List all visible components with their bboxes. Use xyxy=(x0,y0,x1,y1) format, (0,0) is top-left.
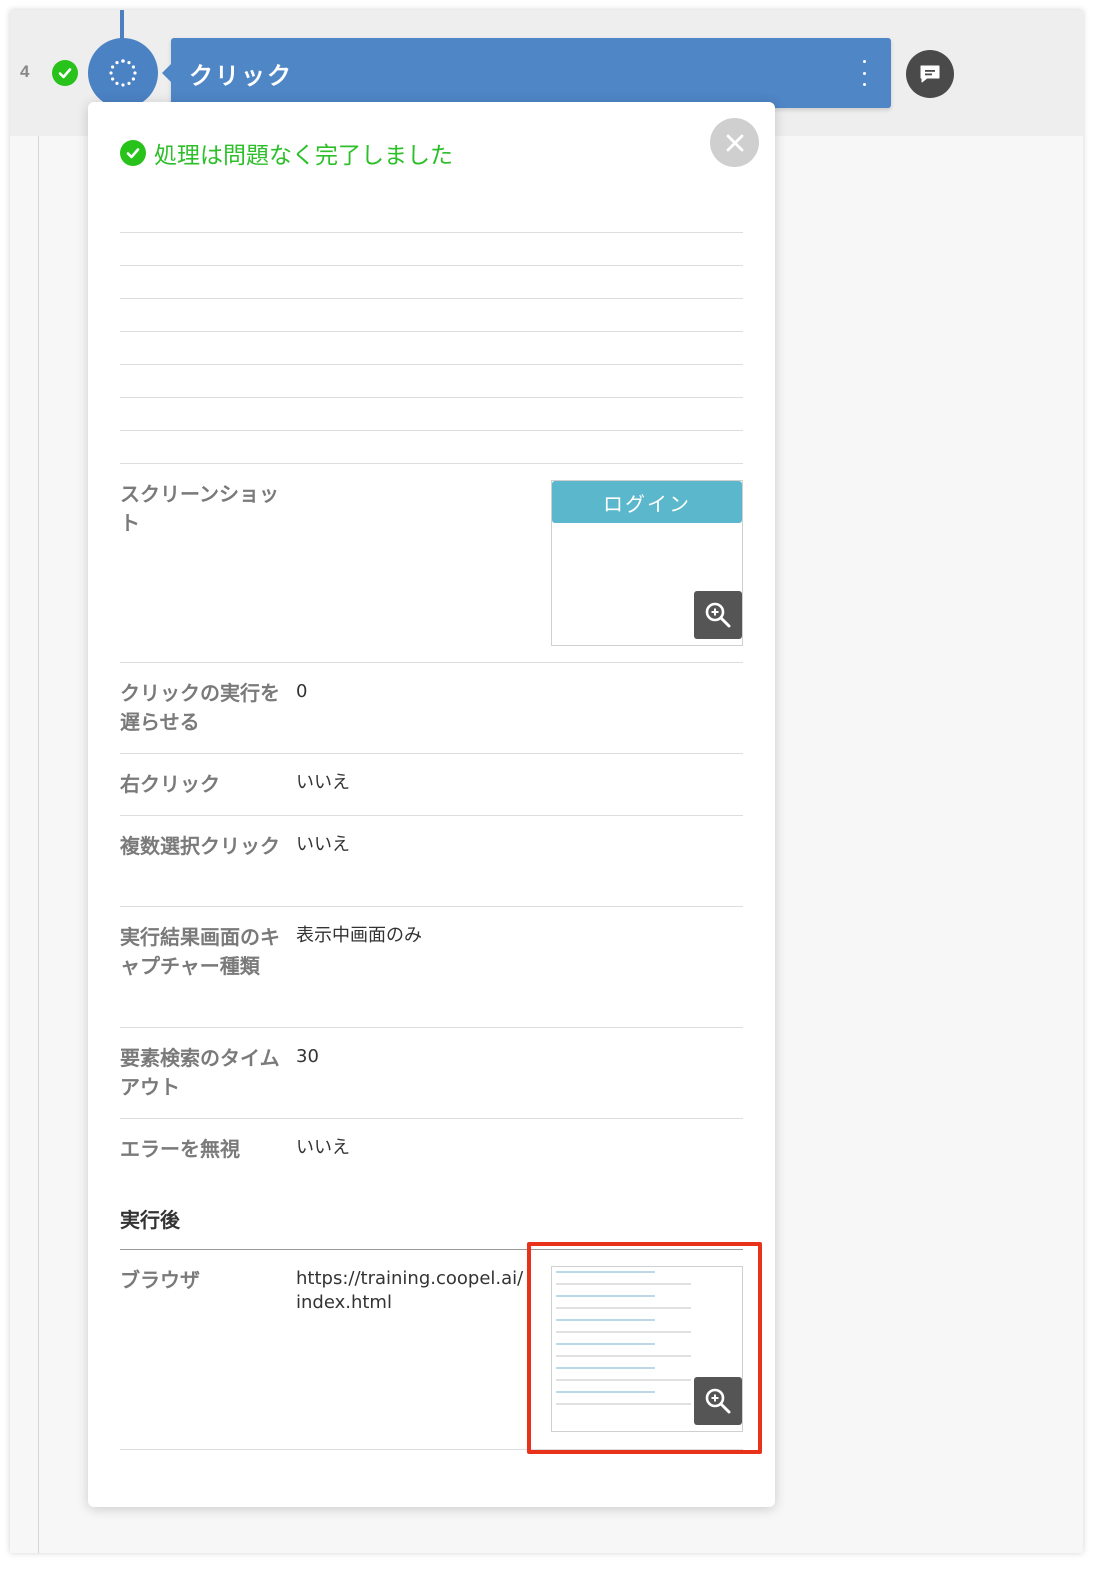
close-icon[interactable] xyxy=(710,118,759,167)
property-value: いいえ xyxy=(296,1137,350,1158)
property-label: クリックの実行を遅らせる xyxy=(120,681,280,734)
gutter-divider xyxy=(38,136,39,1553)
browser-url-line1: https://training.coopel.ai/ xyxy=(296,1268,524,1289)
divider xyxy=(120,753,743,754)
comment-icon[interactable] xyxy=(906,50,954,98)
divider xyxy=(120,265,743,266)
divider xyxy=(120,331,743,332)
screenshot-thumbnail[interactable]: ログイン xyxy=(551,480,743,646)
divider xyxy=(120,232,743,233)
status-text: 処理は問題なく完了しました xyxy=(154,143,453,169)
divider xyxy=(120,364,743,365)
divider xyxy=(120,1118,743,1119)
thumbnail-login-button: ログイン xyxy=(552,481,742,523)
browser-url-line2: index.html xyxy=(296,1292,392,1313)
step-number: 4 xyxy=(20,62,30,81)
divider xyxy=(120,298,743,299)
property-value: いいえ xyxy=(296,834,350,855)
property-label: 複数選択クリック xyxy=(120,834,280,858)
divider xyxy=(120,1449,743,1450)
divider xyxy=(120,662,743,663)
divider xyxy=(120,397,743,398)
section-heading-after: 実行後 xyxy=(120,1208,180,1232)
zoom-in-icon[interactable] xyxy=(694,591,742,639)
step-header[interactable]: クリック xyxy=(162,38,891,108)
divider xyxy=(120,815,743,816)
step-detail-panel: 処理は問題なく完了しました スクリーンショット ログイン クリックの実行を遅らせ… xyxy=(88,102,775,1507)
step-title: クリック xyxy=(189,62,293,90)
status-message: 処理は問題なく完了しました xyxy=(120,136,453,170)
property-label: 要素検索のタイムアウト xyxy=(120,1046,280,1099)
property-value: 30 xyxy=(296,1046,319,1067)
property-value: 0 xyxy=(296,681,308,702)
divider xyxy=(120,1027,743,1028)
property-label: エラーを無視 xyxy=(120,1137,240,1161)
property-value: 表示中画面のみ xyxy=(296,925,422,946)
spinner-icon xyxy=(109,59,137,87)
divider xyxy=(120,906,743,907)
browser-screenshot-thumbnail[interactable] xyxy=(551,1266,743,1432)
step-connector xyxy=(120,10,124,40)
property-label: 右クリック xyxy=(120,772,220,796)
property-label: 実行結果画面のキャプチャー種類 xyxy=(120,925,280,978)
check-circle-icon xyxy=(52,60,78,86)
kebab-menu-icon[interactable] xyxy=(857,60,871,86)
divider xyxy=(120,463,743,464)
divider xyxy=(120,430,743,431)
step-icon-button[interactable] xyxy=(88,38,158,108)
property-value: いいえ xyxy=(296,772,350,793)
check-circle-icon xyxy=(120,140,146,166)
browser-label: ブラウザ xyxy=(120,1268,200,1292)
section-divider xyxy=(120,1249,743,1250)
screenshot-label: スクリーンショット xyxy=(120,482,279,535)
zoom-in-icon[interactable] xyxy=(694,1377,742,1425)
